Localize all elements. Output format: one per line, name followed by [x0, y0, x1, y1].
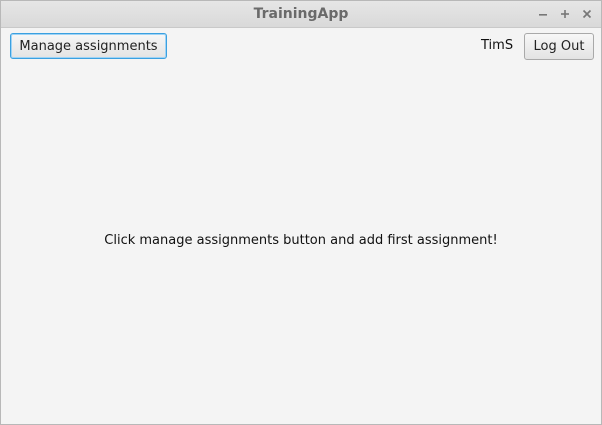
minimize-icon[interactable] — [537, 8, 549, 20]
app-window: TrainingApp Manage assignments TimS Log … — [0, 0, 602, 425]
username-label: TimS — [481, 38, 514, 53]
maximize-icon[interactable] — [559, 8, 571, 20]
empty-state-message: Click manage assignments button and add … — [104, 233, 498, 248]
window-title: TrainingApp — [253, 6, 349, 22]
close-icon[interactable] — [581, 8, 593, 20]
manage-assignments-button[interactable]: Manage assignments — [10, 33, 167, 59]
window-controls — [537, 1, 593, 27]
log-out-button[interactable]: Log Out — [524, 33, 594, 60]
title-bar[interactable]: TrainingApp — [1, 1, 601, 28]
